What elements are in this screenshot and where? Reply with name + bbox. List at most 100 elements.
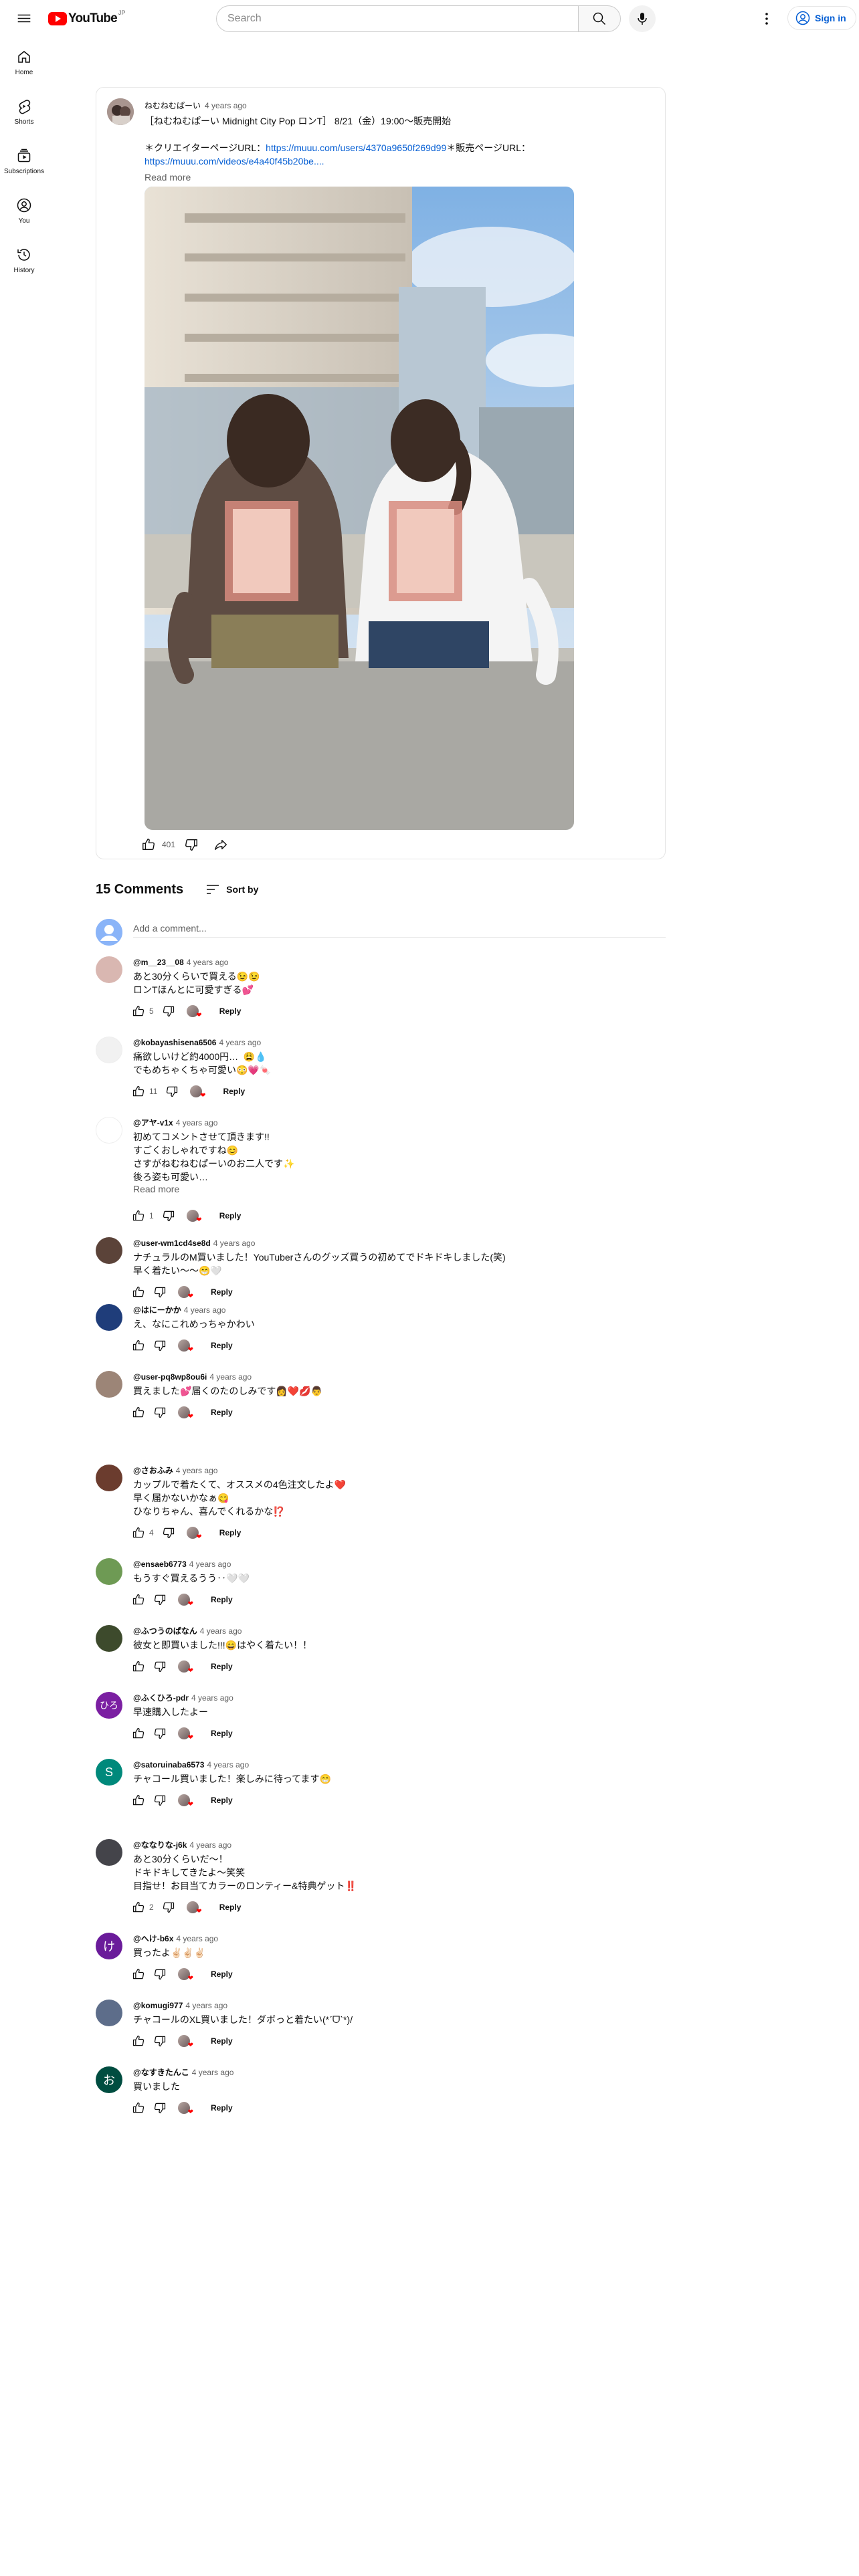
comment-like-button[interactable]	[128, 1000, 149, 1022]
comment-reply-button[interactable]: Reply	[209, 1205, 252, 1226]
comment-author-handle[interactable]: @user-wm1cd4se8d	[133, 1239, 211, 1248]
comment-author-handle[interactable]: @へけ-b6x	[133, 1934, 173, 1943]
comment-reply-button[interactable]: Reply	[200, 1656, 244, 1677]
comment-author-handle[interactable]: @ななりな-j6k	[133, 1840, 187, 1850]
post-time[interactable]: 4 years ago	[205, 101, 247, 110]
comment-author-avatar[interactable]	[96, 1237, 122, 1264]
comment-like-button[interactable]	[128, 1723, 149, 1744]
comment-dislike-button[interactable]	[149, 1589, 171, 1610]
comment-dislike-button[interactable]	[149, 1402, 171, 1423]
comment-like-button[interactable]	[128, 1897, 149, 1918]
comment-author-handle[interactable]: @アヤ-v1x	[133, 1118, 173, 1128]
post-author-name[interactable]: ねむねむぱーい	[145, 101, 201, 110]
comment-reply-button[interactable]: Reply	[209, 1000, 252, 1022]
comment-like-button[interactable]	[128, 1522, 149, 1543]
comment-reply-button[interactable]: Reply	[209, 1522, 252, 1543]
comment-author-handle[interactable]: @user-pq8wp8ou6i	[133, 1372, 207, 1382]
comment-author-avatar[interactable]: ひろ	[96, 1692, 122, 1719]
comment-author-handle[interactable]: @kobayashisena6506	[133, 1038, 216, 1047]
comment-author-avatar[interactable]: お	[96, 2066, 122, 2093]
comment-author-avatar[interactable]	[96, 956, 122, 983]
comment-time[interactable]: 4 years ago	[219, 1038, 261, 1047]
comment-author-avatar[interactable]	[96, 1558, 122, 1585]
comment-author-handle[interactable]: @ふつうのぱなん	[133, 1626, 197, 1636]
sidebar-item-history[interactable]: History	[3, 235, 45, 285]
comment-dislike-button[interactable]	[149, 2097, 171, 2119]
comment-dislike-button[interactable]	[158, 1000, 179, 1022]
search-input[interactable]	[216, 5, 578, 32]
comment-dislike-button[interactable]	[149, 1656, 171, 1677]
comment-reply-button[interactable]: Reply	[200, 1723, 244, 1744]
search-button[interactable]	[578, 5, 621, 32]
channel-avatar[interactable]	[107, 98, 134, 125]
comment-dislike-button[interactable]	[149, 1790, 171, 1811]
comment-time[interactable]: 4 years ago	[200, 1626, 242, 1636]
comment-time[interactable]: 4 years ago	[187, 958, 229, 967]
comment-like-button[interactable]	[128, 2030, 149, 2052]
comment-like-button[interactable]	[128, 1589, 149, 1610]
comment-time[interactable]: 4 years ago	[176, 1118, 218, 1128]
sort-by-button[interactable]: Sort by	[205, 881, 258, 897]
comment-author-handle[interactable]: @ensaeb6773	[133, 1560, 187, 1569]
comment-time[interactable]: 4 years ago	[191, 1693, 233, 1703]
comment-like-button[interactable]	[128, 1790, 149, 1811]
comment-time[interactable]: 4 years ago	[189, 1840, 231, 1850]
comment-dislike-button[interactable]	[149, 1281, 171, 1303]
add-comment-input[interactable]	[133, 919, 666, 938]
comment-like-button[interactable]	[128, 1205, 149, 1226]
comment-reply-button[interactable]: Reply	[200, 2097, 244, 2119]
comment-author-avatar[interactable]: け	[96, 1933, 122, 1959]
comment-like-button[interactable]	[128, 1335, 149, 1356]
comment-time[interactable]: 4 years ago	[176, 1934, 218, 1943]
comment-author-handle[interactable]: @はにーかか	[133, 1305, 181, 1315]
sign-in-button[interactable]: Sign in	[787, 6, 856, 30]
comment-reply-button[interactable]: Reply	[200, 1790, 244, 1811]
comment-dislike-button[interactable]	[158, 1522, 179, 1543]
comment-author-handle[interactable]: @ふくひろ-pdr	[133, 1693, 189, 1703]
comment-author-handle[interactable]: @なすきたんこ	[133, 2068, 189, 2077]
comment-author-avatar[interactable]: S	[96, 1759, 122, 1786]
sidebar-item-home[interactable]: Home	[3, 37, 45, 87]
sales-page-link[interactable]: https://muuu.com/videos/e4a40f45b20be...…	[145, 156, 324, 167]
comment-time[interactable]: 4 years ago	[213, 1239, 256, 1248]
post-read-more[interactable]: Read more	[145, 172, 191, 183]
comment-like-button[interactable]	[128, 1281, 149, 1303]
youtube-logo[interactable]: YouTube JP	[48, 9, 125, 25]
comment-author-handle[interactable]: @komugi977	[133, 2001, 183, 2010]
comment-time[interactable]: 4 years ago	[189, 1560, 231, 1569]
comment-reply-button[interactable]: Reply	[200, 1402, 244, 1423]
comment-author-handle[interactable]: @さおふみ	[133, 1466, 173, 1475]
creator-page-link[interactable]: https://muuu.com/users/4370a9650f269d99	[266, 142, 446, 153]
comment-time[interactable]: 4 years ago	[184, 1305, 226, 1315]
post-dislike-button[interactable]	[181, 834, 202, 855]
comment-time[interactable]: 4 years ago	[185, 2001, 227, 2010]
comment-dislike-button[interactable]	[149, 1723, 171, 1744]
comment-like-button[interactable]	[128, 1081, 149, 1102]
comment-dislike-button[interactable]	[158, 1205, 179, 1226]
comment-like-button[interactable]	[128, 1656, 149, 1677]
comment-dislike-button[interactable]	[149, 1963, 171, 1985]
comment-time[interactable]: 4 years ago	[207, 1760, 249, 1769]
comment-dislike-button[interactable]	[161, 1081, 183, 1102]
comment-reply-button[interactable]: Reply	[200, 1281, 244, 1303]
comment-time[interactable]: 4 years ago	[192, 2068, 234, 2077]
comment-author-handle[interactable]: @m__23__08	[133, 958, 184, 967]
sidebar-item-you[interactable]: You	[3, 186, 45, 235]
comment-author-avatar[interactable]	[96, 1839, 122, 1866]
comment-reply-button[interactable]: Reply	[209, 1897, 252, 1918]
comment-dislike-button[interactable]	[158, 1897, 179, 1918]
comment-like-button[interactable]	[128, 2097, 149, 2119]
comment-author-avatar[interactable]	[96, 2000, 122, 2026]
sidebar-item-shorts[interactable]: Shorts	[3, 87, 45, 136]
comment-author-avatar[interactable]	[96, 1037, 122, 1063]
comment-like-button[interactable]	[128, 1963, 149, 1985]
comment-reply-button[interactable]: Reply	[200, 1963, 244, 1985]
comment-author-handle[interactable]: @satoruinaba6573	[133, 1760, 204, 1769]
comment-author-avatar[interactable]	[96, 1465, 122, 1491]
sidebar-item-subscriptions[interactable]: Subscriptions	[3, 136, 45, 186]
comment-reply-button[interactable]: Reply	[200, 1589, 244, 1610]
voice-search-button[interactable]	[629, 5, 656, 32]
comment-author-avatar[interactable]	[96, 1625, 122, 1652]
comment-time[interactable]: 4 years ago	[209, 1372, 252, 1382]
comment-reply-button[interactable]: Reply	[200, 1335, 244, 1356]
